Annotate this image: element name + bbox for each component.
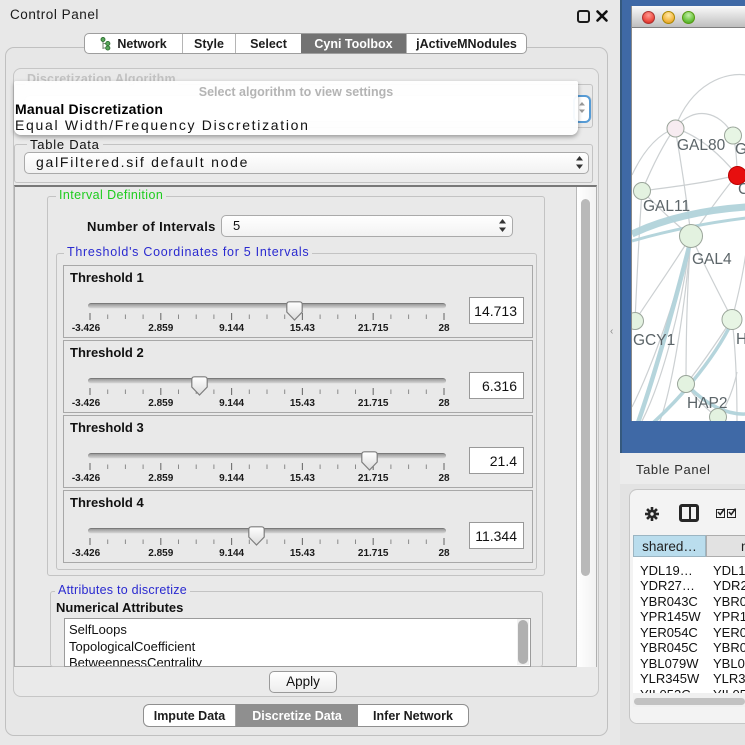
svg-text:GAL11: GAL11 <box>643 198 690 215</box>
svg-text:G: G <box>735 141 745 158</box>
svg-text:C: C <box>738 181 745 198</box>
svg-text:GAL80: GAL80 <box>677 137 726 154</box>
svg-text:GCY1: GCY1 <box>633 332 675 349</box>
svg-text:GAL4: GAL4 <box>692 251 732 268</box>
svg-text:H: H <box>736 331 745 348</box>
svg-text:HAP2: HAP2 <box>687 395 728 412</box>
